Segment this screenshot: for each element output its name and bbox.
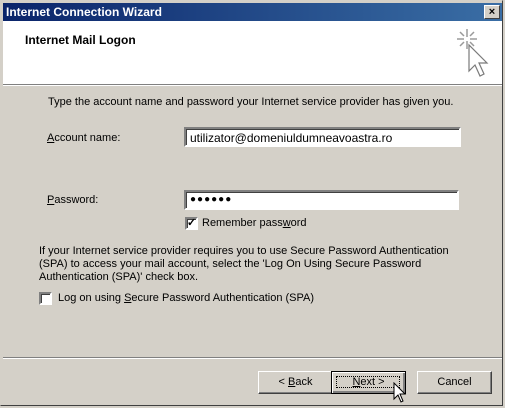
- remember-password-label[interactable]: Remember password: [202, 217, 307, 229]
- instructions-text: Type the account name and password your …: [48, 96, 454, 108]
- window-title: Internet Connection Wizard: [6, 5, 162, 19]
- checkmark-icon: ✓: [187, 217, 197, 229]
- wizard-sparkle-cursor-icon: [457, 29, 489, 77]
- footer-divider-highlight: [3, 358, 502, 359]
- title-bar[interactable]: Internet Connection Wizard ×: [3, 3, 502, 21]
- wizard-header: Internet Mail Logon: [3, 21, 502, 85]
- password-input[interactable]: ●●●●●●: [184, 190, 459, 210]
- spa-description: If your Internet service provider requir…: [39, 245, 449, 283]
- password-masked-value: ●●●●●●: [190, 194, 233, 205]
- wizard-window: Internet Connection Wizard × Internet Ma…: [0, 0, 503, 406]
- back-button[interactable]: < Back: [258, 371, 333, 394]
- focus-rect: [336, 376, 400, 388]
- password-label: Password:: [47, 194, 99, 206]
- close-icon: ×: [488, 6, 496, 18]
- page-title: Internet Mail Logon: [25, 33, 136, 47]
- account-name-input[interactable]: utilizator@domeniuldumneavoastra.ro: [184, 127, 461, 147]
- spa-checkbox-label[interactable]: Log on using Secure Password Authenticat…: [58, 292, 314, 304]
- spa-checkbox[interactable]: [39, 292, 52, 305]
- remember-password-checkbox[interactable]: ✓: [185, 217, 198, 230]
- account-name-value: utilizator@domeniuldumneavoastra.ro: [190, 131, 393, 145]
- header-divider: [3, 85, 502, 86]
- account-name-label: Account name:: [47, 132, 121, 144]
- close-button[interactable]: ×: [484, 5, 500, 19]
- cancel-button[interactable]: Cancel: [417, 371, 492, 394]
- mouse-cursor-icon: [393, 382, 407, 403]
